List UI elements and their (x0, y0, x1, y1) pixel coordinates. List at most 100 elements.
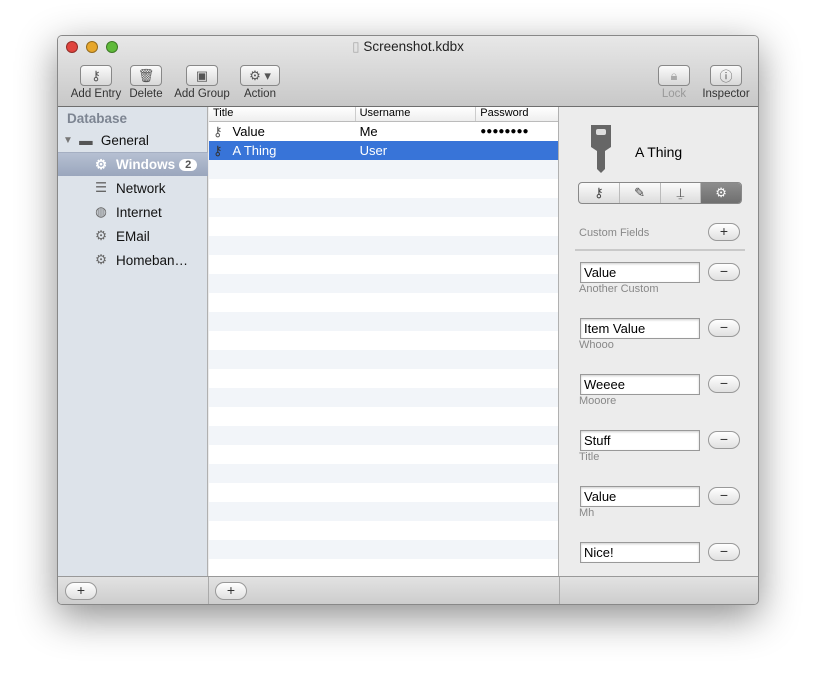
sidebar-item-label: Network (116, 180, 166, 196)
empty-row (209, 426, 558, 445)
empty-row (209, 217, 558, 236)
key-icon: ⚷ (80, 65, 112, 86)
toolbar: ▯ Screenshot.kdbx ⚷ Add Entry 🗑 Delete ▣ Ad… (58, 36, 758, 107)
key-icon: ⚷ (213, 142, 223, 158)
sidebar-item-label: Internet (116, 204, 162, 220)
custom-field-label: Another Custom (579, 283, 659, 295)
empty-row (209, 388, 558, 407)
custom-field-value-input[interactable]: Item Value (580, 318, 700, 339)
lock-button[interactable]: 🔒︎ Lock (656, 65, 692, 100)
empty-row (209, 312, 558, 331)
column-header-username[interactable]: Username (356, 107, 477, 121)
empty-row (209, 198, 558, 217)
info-icon: ⓘ (710, 65, 742, 86)
add-entry-button[interactable]: ⚷ Add Entry (66, 65, 126, 100)
inspector-panel: A Thing ⚷ ✎ ⍊ ⚙ Custom Fields + Value − An… (560, 107, 758, 576)
gear-icon: ⚙ (94, 252, 108, 267)
server-icon: ☰ (94, 180, 108, 195)
empty-row (209, 274, 558, 293)
bottom-bar: + + (58, 576, 758, 604)
empty-row (209, 350, 558, 369)
column-header-title[interactable]: Title (209, 107, 356, 121)
tab-advanced-gear-icon[interactable]: ⚙ (701, 183, 741, 203)
add-group-bottom-button[interactable]: + (65, 582, 97, 600)
sidebar: Database ▼ ▬ General ⚙ Windows 2 ☰ Network ◍ I… (58, 107, 208, 576)
cell-username: Me (359, 124, 378, 139)
add-entry-label: Add Entry (70, 88, 122, 100)
empty-row (209, 407, 558, 426)
inspector-button[interactable]: ⓘ Inspector (698, 65, 754, 100)
remove-custom-field-button[interactable]: − (708, 543, 740, 561)
remove-custom-field-button[interactable]: − (708, 319, 740, 337)
empty-row (209, 559, 558, 576)
lock-label: Lock (661, 88, 687, 100)
add-group-label: Add Group (174, 88, 230, 100)
custom-field-value-input[interactable]: Stuff (580, 430, 700, 451)
gear-icon: ⚙ (94, 228, 108, 243)
gear-dropdown-icon: ⚙ ▾ (240, 65, 280, 86)
inspector-tabs: ⚷ ✎ ⍊ ⚙ (578, 182, 742, 204)
sidebar-item-label: Windows (116, 157, 176, 172)
custom-field-value-input[interactable]: Weeee (580, 374, 700, 395)
sidebar-item-network[interactable]: ☰ Network (58, 176, 208, 200)
window-title: Screenshot.kdbx (363, 39, 464, 54)
custom-field-label: Mh (579, 507, 595, 519)
empty-row (209, 369, 558, 388)
empty-row (209, 236, 558, 255)
empty-row (209, 521, 558, 540)
remove-custom-field-button[interactable]: − (708, 487, 740, 505)
empty-row (209, 255, 558, 274)
divider (208, 577, 209, 604)
sidebar-item-label: General (100, 132, 149, 148)
inspector-label: Inspector (702, 88, 750, 100)
empty-row (209, 483, 558, 502)
add-entry-bottom-button[interactable]: + (215, 582, 247, 600)
sidebar-item-internet[interactable]: ◍ Internet (58, 200, 208, 224)
tab-attachments-pin-icon[interactable]: ⍊ (661, 183, 702, 203)
tab-edit-pencil-icon[interactable]: ✎ (620, 183, 661, 203)
empty-row (209, 502, 558, 521)
disclosure-triangle-icon[interactable]: ▼ (63, 135, 73, 146)
folder-add-icon: ▣ (186, 65, 218, 86)
sidebar-group-general[interactable]: ▼ ▬ General (58, 128, 208, 152)
folder-icon: ▬ (79, 132, 93, 148)
cell-title: Value (232, 123, 265, 139)
lock-icon: 🔒︎ (658, 65, 690, 86)
key-icon: ⚷ (213, 123, 223, 139)
add-group-button[interactable]: ▣ Add Group (170, 65, 234, 100)
sidebar-item-email[interactable]: ⚙ EMail (58, 224, 208, 248)
document-icon: ▯ (352, 39, 360, 54)
tab-general-key-icon[interactable]: ⚷ (579, 183, 620, 203)
add-custom-field-button[interactable]: + (708, 223, 740, 241)
table-row[interactable]: ⚷ Value Me ●●●●●●●● (209, 122, 558, 141)
custom-field-label: Mooore (579, 395, 617, 407)
custom-field-label: Title (579, 451, 600, 463)
entry-table: Title Username Password ⚷ Value Me ●●●●●●●●… (209, 107, 559, 576)
custom-field-label: Whooo (579, 339, 614, 351)
remove-custom-field-button[interactable]: − (708, 375, 740, 393)
empty-row (209, 445, 558, 464)
count-badge: 2 (179, 158, 198, 171)
sidebar-item-windows[interactable]: ⚙ Windows 2 (58, 152, 208, 176)
custom-fields-heading: Custom Fields (579, 227, 650, 239)
custom-field-value-input[interactable]: Nice! (580, 542, 700, 563)
table-header: Title Username Password (209, 107, 558, 122)
custom-field-value-input[interactable]: Value (580, 262, 700, 283)
delete-button[interactable]: 🗑 Delete (126, 65, 166, 100)
gear-icon: ⚙ (94, 156, 108, 172)
cell-password: ●●●●●●●● (480, 126, 529, 137)
sidebar-header: Database (67, 111, 128, 126)
empty-row (209, 160, 558, 179)
trash-icon: 🗑 (130, 65, 162, 86)
cell-username: User (359, 143, 388, 158)
remove-custom-field-button[interactable]: − (708, 431, 740, 449)
custom-field-value-input[interactable]: Value (580, 486, 700, 507)
sidebar-item-homebanking[interactable]: ⚙ Homeban… (58, 248, 208, 272)
column-header-password[interactable]: Password (476, 107, 558, 121)
cell-title: A Thing (232, 142, 277, 158)
table-row-selected[interactable]: ⚷ A Thing User (209, 141, 558, 160)
action-button[interactable]: ⚙ ▾ Action (238, 65, 282, 100)
empty-row (209, 540, 558, 559)
app-window: ▯ Screenshot.kdbx ⚷ Add Entry 🗑 Delete ▣ Ad… (57, 35, 759, 605)
remove-custom-field-button[interactable]: − (708, 263, 740, 281)
